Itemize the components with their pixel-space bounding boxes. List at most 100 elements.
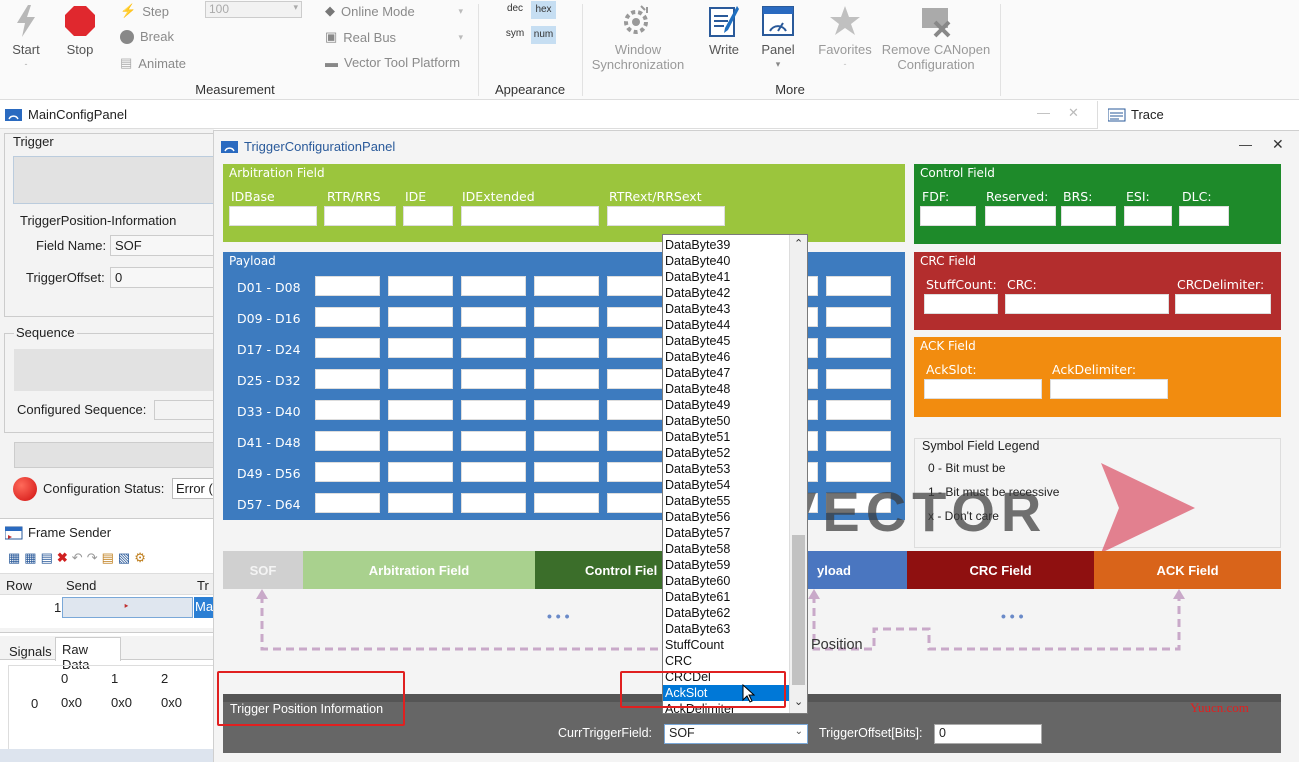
import-icon[interactable]: ▤ [102, 550, 114, 566]
payload-byte-input[interactable] [826, 338, 891, 358]
payload-byte-input[interactable] [461, 276, 526, 296]
copy-frame-icon[interactable]: ▤ [41, 550, 53, 566]
timeline-crc[interactable]: CRC Field [907, 551, 1094, 589]
payload-byte-input[interactable] [315, 369, 380, 389]
payload-byte-input[interactable] [315, 338, 380, 358]
timeline-sof[interactable]: SOF [223, 551, 303, 589]
dropdown-option[interactable]: CRC [663, 653, 789, 669]
scroll-down-icon[interactable]: ⌄ [794, 695, 803, 708]
timeline-arbitration[interactable]: Arbitration Field [303, 551, 535, 589]
panel-button[interactable]: Panel ▾ [756, 4, 800, 72]
table-row[interactable]: 1 ‣ Ma [0, 596, 214, 620]
dec-toggle[interactable]: dec [503, 3, 527, 17]
trigger-offset-bits-input[interactable]: 0 [934, 724, 1042, 744]
payload-byte-input[interactable] [826, 431, 891, 451]
dropdown-option[interactable]: DataByte63 [663, 621, 789, 637]
curr-trigger-field-select[interactable]: SOF ⌄ [664, 724, 808, 744]
payload-byte-input[interactable] [388, 462, 453, 482]
minimize-icon[interactable]: — [1037, 105, 1050, 120]
vector-tool-platform-select[interactable]: ▬ Vector Tool Platform [325, 55, 475, 70]
brs-input[interactable] [1061, 206, 1116, 226]
speed-select[interactable]: 100 ▾ [205, 1, 302, 18]
dropdown-option[interactable]: DataByte59 [663, 557, 789, 573]
frame-sender-tab[interactable]: Frame Sender [5, 525, 111, 540]
dropdown-option[interactable]: DataByte55 [663, 493, 789, 509]
raw-cell[interactable]: 0x0 [111, 695, 132, 710]
payload-byte-input[interactable] [826, 276, 891, 296]
dropdown-option[interactable]: DataByte51 [663, 429, 789, 445]
payload-byte-input[interactable] [388, 276, 453, 296]
close-icon[interactable]: ✕ [1272, 136, 1284, 153]
dropdown-option[interactable]: DataByte39 [663, 237, 789, 253]
timeline-ack[interactable]: ACK Field [1094, 551, 1281, 589]
payload-byte-input[interactable] [388, 338, 453, 358]
scroll-up-icon[interactable]: ⌃ [794, 237, 803, 250]
online-mode-select[interactable]: ◆ Online Mode ▾ [325, 3, 463, 19]
dlc-input[interactable] [1179, 206, 1229, 226]
minimize-icon[interactable]: — [1239, 137, 1252, 152]
dropdown-option[interactable]: DataByte44 [663, 317, 789, 333]
payload-byte-input[interactable] [388, 400, 453, 420]
chart-icon[interactable]: ▧ [118, 550, 130, 566]
payload-byte-input[interactable] [315, 462, 380, 482]
payload-byte-input[interactable] [826, 307, 891, 327]
real-bus-select[interactable]: ▣ Real Bus ▾ [325, 29, 463, 45]
redo-icon[interactable]: ↷ [87, 550, 98, 566]
dropdown-option[interactable]: DataByte45 [663, 333, 789, 349]
tab-raw-data[interactable]: Raw Data [55, 637, 121, 672]
payload-byte-input[interactable] [534, 400, 599, 420]
payload-byte-input[interactable] [461, 493, 526, 513]
dropdown-option[interactable]: DataByte41 [663, 269, 789, 285]
rtrext-rrsext-input[interactable] [607, 206, 725, 226]
payload-byte-input[interactable] [388, 369, 453, 389]
payload-byte-input[interactable] [315, 276, 380, 296]
break-button[interactable]: Break [120, 29, 174, 44]
payload-byte-input[interactable] [826, 493, 891, 513]
add-frame-icon[interactable]: ▦ [8, 550, 20, 566]
esi-input[interactable] [1124, 206, 1172, 226]
dropdown-option[interactable]: DataByte57 [663, 525, 789, 541]
stuffcount-input[interactable] [924, 294, 998, 314]
ackslot-input[interactable] [924, 379, 1042, 399]
payload-byte-input[interactable] [461, 431, 526, 451]
close-icon[interactable]: ✕ [1068, 105, 1079, 121]
payload-byte-input[interactable] [826, 462, 891, 482]
crc-delimiter-input[interactable] [1175, 294, 1271, 314]
timeline-control[interactable]: Control Fiel [535, 551, 665, 589]
add-fd-frame-icon[interactable]: ▦ [24, 550, 36, 566]
dropdown-option[interactable]: DataByte47 [663, 365, 789, 381]
window-synchronization-button[interactable]: Window Synchronization [590, 4, 686, 72]
payload-byte-input[interactable] [534, 369, 599, 389]
dropdown-option[interactable]: DataByte60 [663, 573, 789, 589]
row-tr-cell[interactable]: Ma [194, 597, 214, 618]
payload-byte-input[interactable] [534, 307, 599, 327]
payload-byte-input[interactable] [534, 462, 599, 482]
timeline-payload[interactable]: yload [807, 551, 907, 589]
payload-byte-input[interactable] [461, 400, 526, 420]
payload-byte-input[interactable] [315, 307, 380, 327]
raw-cell[interactable]: 0x0 [161, 695, 182, 710]
dropdown-option[interactable]: DataByte61 [663, 589, 789, 605]
dropdown-option[interactable]: DataByte54 [663, 477, 789, 493]
num-toggle[interactable]: num [531, 26, 556, 44]
payload-byte-input[interactable] [315, 400, 380, 420]
payload-byte-input[interactable] [461, 307, 526, 327]
dropdown-option[interactable]: DataByte48 [663, 381, 789, 397]
payload-byte-input[interactable] [315, 431, 380, 451]
raw-cell[interactable]: 0x0 [61, 695, 82, 710]
favorites-button[interactable]: Favorites - [816, 4, 874, 72]
dropdown-option[interactable]: DataByte40 [663, 253, 789, 269]
animate-button[interactable]: ▤ Animate [120, 55, 186, 71]
tab-signals[interactable]: Signals [2, 638, 54, 660]
payload-byte-input[interactable] [315, 493, 380, 513]
sym-toggle[interactable]: sym [503, 28, 527, 42]
fdf-input[interactable] [920, 206, 976, 226]
dropdown-option[interactable]: DataByte58 [663, 541, 789, 557]
payload-byte-input[interactable] [534, 431, 599, 451]
dropdown-option[interactable]: DataByte49 [663, 397, 789, 413]
step-button[interactable]: ⚡ Step [120, 3, 169, 19]
delete-icon[interactable]: ✖ [57, 550, 68, 566]
scrollbar-thumb[interactable] [792, 535, 805, 685]
ackdelimiter-input[interactable] [1050, 379, 1168, 399]
dropdown-option[interactable]: DataByte62 [663, 605, 789, 621]
